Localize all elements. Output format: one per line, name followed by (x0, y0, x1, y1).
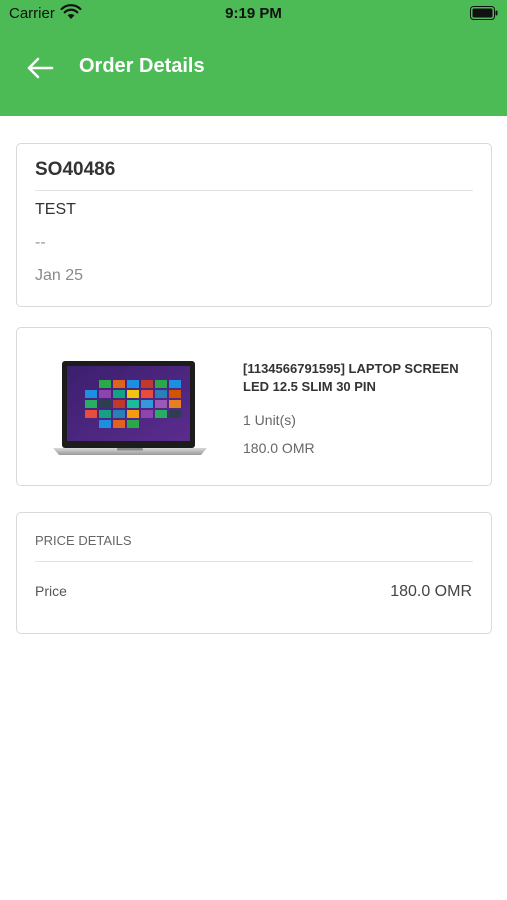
product-card[interactable]: [1134566791595] LAPTOP SCREEN LED 12.5 S… (16, 327, 492, 486)
status-bar: Carrier 9:19 PM (0, 0, 507, 28)
page-title: Order Details (79, 55, 205, 77)
order-number: SO40486 (35, 159, 116, 180)
order-customer: TEST (35, 201, 76, 218)
divider (35, 190, 473, 191)
price-details-card: PRICE DETAILS Price 180.0 OMR (16, 512, 492, 634)
product-quantity: 1 Unit(s) (243, 412, 296, 428)
arrow-left-icon (27, 57, 54, 79)
battery-icon (470, 6, 498, 20)
product-name: [1134566791595] LAPTOP SCREEN LED 12.5 S… (243, 361, 459, 394)
product-price: 180.0 OMR (243, 440, 315, 456)
laptop-image (53, 361, 207, 455)
order-summary-card[interactable]: SO40486 TEST -- Jan 25 (16, 143, 492, 307)
status-time: 9:19 PM (225, 5, 282, 22)
app-bar: Order Details (0, 28, 507, 116)
price-value: 180.0 OMR (390, 583, 472, 600)
back-button[interactable] (18, 48, 62, 88)
price-label: Price (35, 583, 67, 599)
order-date: Jan 25 (35, 267, 84, 284)
divider (35, 561, 473, 562)
order-note: -- (35, 234, 46, 251)
price-details-heading: PRICE DETAILS (35, 533, 132, 548)
